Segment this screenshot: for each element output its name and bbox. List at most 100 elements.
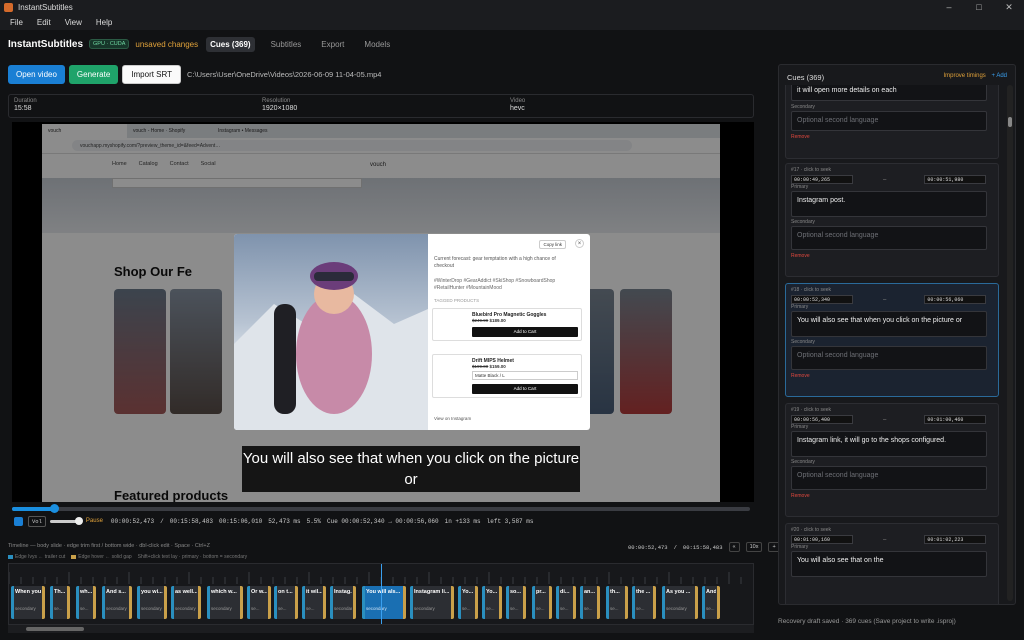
secondary-text-field[interactable]: Optional second language xyxy=(791,226,987,250)
end-time-input[interactable]: 00:00:51,980 xyxy=(924,175,987,184)
end-time-input[interactable]: 00:01:02,223 xyxy=(924,535,987,544)
minimize-button[interactable]: – xyxy=(934,0,964,14)
remove-cue-button[interactable]: Remove xyxy=(791,134,993,140)
cue-right-handle[interactable] xyxy=(295,586,298,619)
import-srt-button[interactable]: Import SRT xyxy=(122,64,182,84)
cue-card[interactable]: #17 · click to seek 00:00:49,265 – 00:00:5… xyxy=(785,163,999,277)
cue-right-handle[interactable] xyxy=(549,586,552,619)
cue-left-handle[interactable] xyxy=(458,586,461,619)
primary-text-field[interactable]: it will open more details on each xyxy=(791,85,987,101)
cue-right-handle[interactable] xyxy=(475,586,478,619)
improve-timings-link[interactable]: Improve timings xyxy=(943,73,985,79)
timeline-cue[interactable]: Instag... secondary xyxy=(330,586,356,619)
end-time-input[interactable]: 00:00:56,060 xyxy=(924,295,987,304)
cue-left-handle[interactable] xyxy=(207,586,210,619)
timeline-cue[interactable]: pr... se... xyxy=(532,586,552,619)
end-time-input[interactable]: 00:01:00,460 xyxy=(924,415,987,424)
cue-right-handle[interactable] xyxy=(499,586,502,619)
stop-icon[interactable] xyxy=(14,516,23,526)
menu-help[interactable]: Help xyxy=(96,18,112,27)
cue-right-handle[interactable] xyxy=(573,586,576,619)
menu-edit[interactable]: Edit xyxy=(37,18,51,27)
secondary-text-field[interactable]: Optional second language xyxy=(791,111,987,131)
timeline-cue[interactable]: as well... secondary xyxy=(171,586,201,619)
cue-left-handle[interactable] xyxy=(76,586,79,619)
timeline-cue[interactable]: di... se... xyxy=(556,586,576,619)
cue-left-handle[interactable] xyxy=(702,586,705,619)
timeline-cue[interactable]: on t... se... xyxy=(274,586,298,619)
cue-right-handle[interactable] xyxy=(653,586,656,619)
cue-left-handle[interactable] xyxy=(482,586,485,619)
timeline-cue[interactable]: it wil... se... xyxy=(302,586,326,619)
tab-models[interactable]: Models xyxy=(360,37,394,52)
timeline-cue[interactable]: Yo... se... xyxy=(458,586,478,619)
cue-card[interactable]: #20 · click to seek 00:01:00,160–00:01:0… xyxy=(785,523,999,604)
volume-label[interactable]: Vol xyxy=(28,515,46,527)
cue-right-handle[interactable] xyxy=(403,586,406,619)
timeline-cue[interactable]: Yo... se... xyxy=(482,586,502,619)
primary-text-field[interactable]: You will also see that on the xyxy=(791,551,987,577)
close-button[interactable]: ✕ xyxy=(994,0,1024,14)
cue-left-handle[interactable] xyxy=(556,586,559,619)
seek-bar[interactable] xyxy=(12,504,750,513)
timeline-cue[interactable]: which w... secondary xyxy=(207,586,243,619)
menu-file[interactable]: File xyxy=(10,18,23,27)
cue-left-handle[interactable] xyxy=(410,586,413,619)
generate-button[interactable]: Generate xyxy=(68,64,119,84)
open-video-button[interactable]: Open video xyxy=(8,64,65,84)
tab-cues[interactable]: Cues (369) xyxy=(206,36,255,52)
timeline-cue[interactable]: Or w... se... xyxy=(247,586,271,619)
add-cue-link[interactable]: + Add xyxy=(991,73,1007,79)
primary-text-field[interactable]: Instagram link, it will go to the shops … xyxy=(791,431,987,457)
primary-text-field[interactable]: Instagram post. xyxy=(791,191,987,217)
cue-left-handle[interactable] xyxy=(662,586,665,619)
tab-subtitles[interactable]: Subtitles xyxy=(267,37,306,52)
cue-left-handle[interactable] xyxy=(330,586,333,619)
cue-left-handle[interactable] xyxy=(632,586,635,619)
cue-right-handle[interactable] xyxy=(695,586,698,619)
play-pause-button[interactable]: Pause xyxy=(86,518,103,524)
volume-slider[interactable] xyxy=(49,516,83,525)
cue-left-handle[interactable] xyxy=(506,586,509,619)
timeline-cue[interactable]: And se... xyxy=(702,586,720,619)
cue-right-handle[interactable] xyxy=(353,586,356,619)
seek-handle[interactable] xyxy=(50,504,60,513)
timeline-cue[interactable]: the ... se... xyxy=(632,586,656,619)
timeline-cue[interactable]: wh... se... xyxy=(76,586,96,619)
remove-cue-button[interactable]: Remove xyxy=(791,253,993,259)
remove-cue-button[interactable]: Remove xyxy=(791,373,993,379)
cue-right-handle[interactable] xyxy=(198,586,201,619)
cue-header[interactable]: #18 · click to seek xyxy=(791,287,993,293)
cue-left-handle[interactable] xyxy=(50,586,53,619)
cue-header[interactable]: #17 · click to seek xyxy=(791,167,993,173)
timeline-cue[interactable]: You will als... secondary xyxy=(362,586,406,619)
cue-right-handle[interactable] xyxy=(717,586,720,619)
cue-right-handle[interactable] xyxy=(67,586,70,619)
cue-right-handle[interactable] xyxy=(451,586,454,619)
cue-right-handle[interactable] xyxy=(625,586,628,619)
cue-left-handle[interactable] xyxy=(102,586,105,619)
cue-left-handle[interactable] xyxy=(302,586,305,619)
cue-right-handle[interactable] xyxy=(268,586,271,619)
secondary-text-field[interactable]: Optional second language xyxy=(791,466,987,490)
timeline-scrollbar[interactable] xyxy=(8,625,754,633)
cue-header[interactable]: #19 · click to seek xyxy=(791,407,993,413)
timeline-cue[interactable]: th... se... xyxy=(606,586,628,619)
cue-right-handle[interactable] xyxy=(42,586,45,619)
timeline-playhead[interactable] xyxy=(381,564,382,624)
cue-left-handle[interactable] xyxy=(606,586,609,619)
cue-right-handle[interactable] xyxy=(523,586,526,619)
timeline-zoom-select[interactable]: 10x xyxy=(745,542,763,552)
cue-right-handle[interactable] xyxy=(323,586,326,619)
timeline-cue[interactable]: And s... secondary xyxy=(102,586,132,619)
secondary-text-field[interactable]: Optional second language xyxy=(791,346,987,370)
primary-text-field[interactable]: You will also see that when you click on… xyxy=(791,311,987,337)
cue-card[interactable]: it will open more details on each Second… xyxy=(785,85,999,159)
start-time-input[interactable]: 00:00:56,400 xyxy=(791,415,853,424)
cue-left-handle[interactable] xyxy=(137,586,140,619)
cue-right-handle[interactable] xyxy=(129,586,132,619)
cue-right-handle[interactable] xyxy=(164,586,167,619)
cue-list-scrollbar[interactable] xyxy=(1007,85,1013,601)
timeline-cue[interactable]: Instagram li... secondary xyxy=(410,586,454,619)
cue-right-handle[interactable] xyxy=(93,586,96,619)
